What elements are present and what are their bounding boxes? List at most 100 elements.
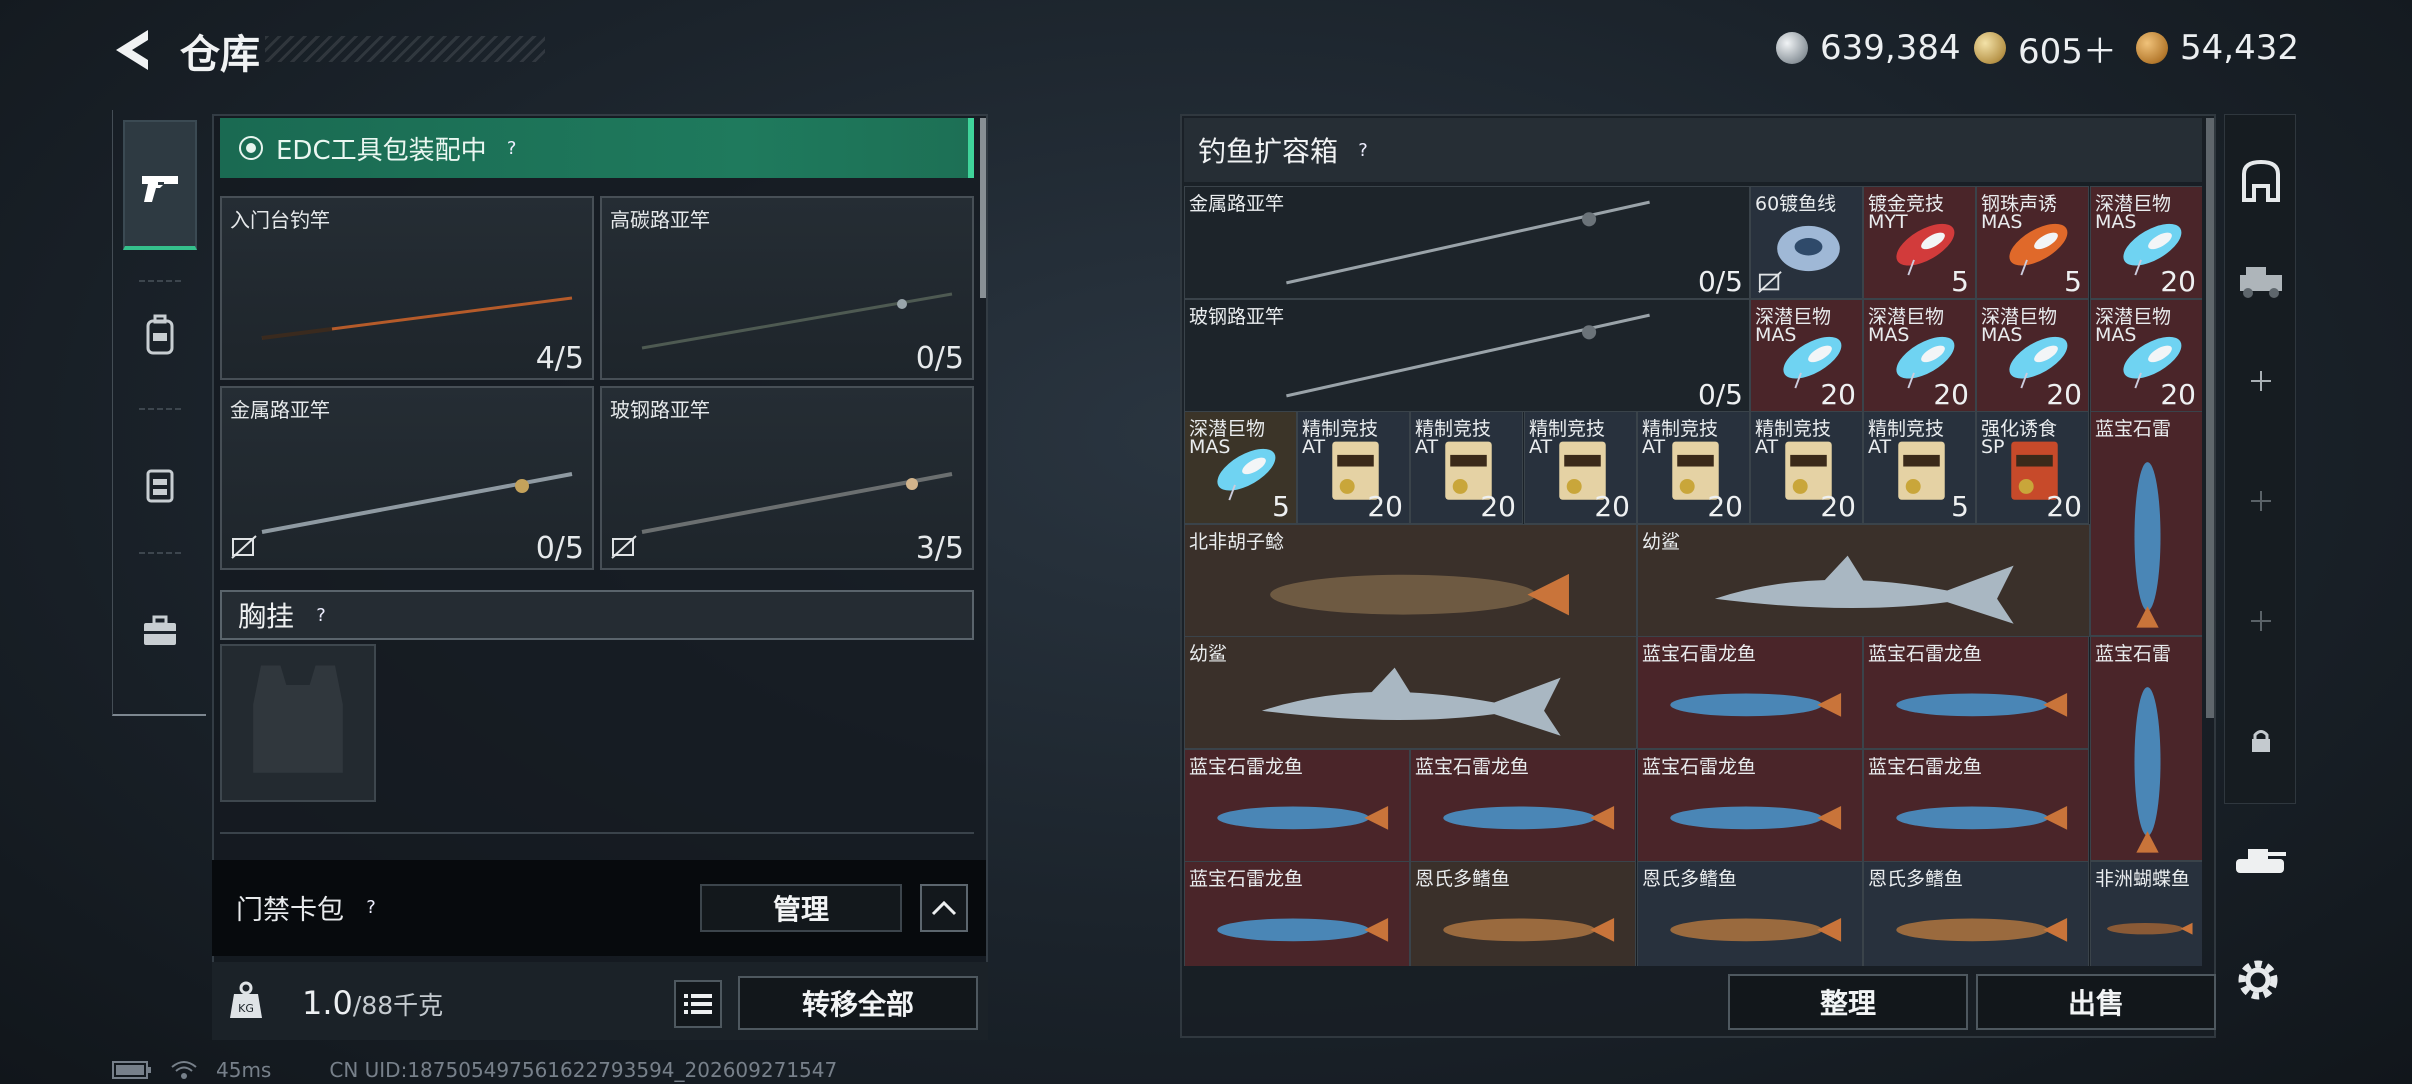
- tab-backpack[interactable]: [123, 270, 197, 400]
- shark-fish-icon: [1714, 555, 2014, 624]
- storage-item[interactable]: 精制竞技 AT 20: [1750, 411, 1863, 524]
- storage-item[interactable]: 深潜巨物 MAS 20: [1750, 299, 1863, 412]
- help-icon[interactable]: ?: [308, 602, 334, 628]
- storage-item[interactable]: 幼鲨: [1637, 524, 2090, 637]
- wifi-icon: [171, 1061, 197, 1079]
- rod-label: 入门台钓竿: [230, 208, 330, 232]
- help-icon[interactable]: ?: [358, 895, 384, 921]
- rod-slot-2[interactable]: 高碳路亚竿 0/5: [600, 196, 974, 380]
- storage-item[interactable]: 深潜巨物 MAS 20: [1976, 299, 2089, 412]
- nav-slot-add-2[interactable]: [2231, 471, 2291, 531]
- item-name: 恩氏多鳍鱼: [1642, 868, 1738, 890]
- storage-item[interactable]: 精制竞技 AT 20: [1297, 411, 1410, 524]
- storage-item[interactable]: 蓝宝石雷龙鱼: [1637, 636, 1863, 749]
- manage-button[interactable]: 管理: [700, 884, 902, 932]
- storage-item[interactable]: 钢珠声诱 MAS 5: [1976, 186, 2089, 299]
- storage-item[interactable]: 恩氏多鳍鱼: [1410, 861, 1636, 966]
- snakehead-fish-icon: [2134, 462, 2161, 628]
- settings-gear-icon[interactable]: [2232, 954, 2284, 1006]
- back-arrow-icon: [116, 30, 148, 70]
- storage-item[interactable]: 蓝宝石雷龙鱼: [1184, 749, 1410, 862]
- item-quantity: 20: [1594, 490, 1630, 523]
- storage-item[interactable]: 幼鲨: [1184, 636, 1637, 749]
- sort-button[interactable]: 整理: [1728, 974, 1968, 1030]
- storage-item[interactable]: 强化诱食 SP 20: [1976, 411, 2089, 524]
- item-quantity: 5: [1951, 490, 1969, 523]
- help-icon[interactable]: ?: [499, 135, 525, 161]
- divider: [220, 832, 974, 834]
- nav-slot-add-3[interactable]: [2231, 591, 2291, 651]
- storage-item[interactable]: 恩氏多鳍鱼: [1637, 861, 1863, 966]
- snakehead-fish-icon: [1896, 806, 2067, 830]
- tab-case[interactable]: [123, 566, 197, 696]
- storage-item[interactable]: 蓝宝石雷龙鱼: [1863, 749, 2089, 862]
- nav-tank[interactable]: [2224, 828, 2296, 898]
- nav-slot-add-1[interactable]: [2231, 351, 2291, 411]
- tab-weapons[interactable]: [123, 120, 197, 250]
- rod-label: 高碳路亚竿: [610, 208, 710, 232]
- storage-item[interactable]: 恩氏多鳍鱼: [1863, 861, 2089, 966]
- vest-icon: [146, 469, 174, 503]
- back-button[interactable]: [112, 26, 160, 74]
- storage-item[interactable]: 精制竞技 AT 5: [1863, 411, 1976, 524]
- storage-item[interactable]: 镀金竞技 MYT 5: [1863, 186, 1976, 299]
- nav-locked-slot[interactable]: [2231, 711, 2291, 771]
- fishing-rod-icon: [261, 472, 573, 534]
- nav-vehicle[interactable]: [2231, 251, 2291, 311]
- weight-current: 1.0: [302, 984, 353, 1022]
- plus-icon: [2251, 611, 2271, 631]
- keycard-label: 门禁卡包: [236, 895, 344, 926]
- vehicle-icon: [2240, 267, 2282, 298]
- storage-item[interactable]: 蓝宝石雷龙鱼: [1410, 749, 1636, 862]
- storage-item[interactable]: 深潜巨物 MAS 20: [2090, 299, 2202, 412]
- rod-slot-4[interactable]: 玻钢路亚竿 3/5: [600, 386, 974, 570]
- chest-rig-slot[interactable]: [220, 644, 376, 802]
- item-name: 玻钢路亚竿: [1189, 306, 1285, 328]
- rod-count: 0/5: [535, 531, 584, 566]
- item-subtitle: MAS: [1981, 211, 2023, 233]
- list-view-button[interactable]: [674, 980, 722, 1028]
- snakehead-fish-icon: [1670, 806, 1841, 830]
- storage-item[interactable]: 非洲蝴蝶鱼: [2090, 861, 2202, 966]
- storage-item[interactable]: 蓝宝石雷: [2090, 636, 2202, 861]
- rod-slot-1[interactable]: 入门台钓竿 4/5: [220, 196, 594, 380]
- collapse-button[interactable]: [920, 884, 968, 932]
- storage-item[interactable]: 深潜巨物 MAS 5: [1184, 411, 1297, 524]
- rod-slot-3[interactable]: 金属路亚竿 0/5: [220, 386, 594, 570]
- vest-silhouette-icon: [253, 665, 343, 773]
- item-name: 蓝宝石雷龙鱼: [1642, 643, 1757, 665]
- item-quantity: 0/5: [1697, 265, 1743, 298]
- storage-item[interactable]: 金属路亚竿 0/5: [1184, 186, 1750, 299]
- storage-item[interactable]: 蓝宝石雷: [2090, 411, 2202, 636]
- storage-item[interactable]: 精制竞技 AT 20: [1410, 411, 1523, 524]
- page-title: 仓库: [180, 32, 260, 78]
- left-scrollbar[interactable]: [980, 118, 986, 298]
- help-icon[interactable]: ?: [1350, 137, 1376, 163]
- sell-button[interactable]: 出售: [1976, 974, 2216, 1030]
- right-scrollbar[interactable]: [2206, 118, 2214, 718]
- snakehead-fish-icon: [2134, 687, 2161, 853]
- storage-item[interactable]: 精制竞技 AT 20: [1524, 411, 1637, 524]
- storage-item[interactable]: 蓝宝石雷龙鱼: [1184, 861, 1410, 966]
- storage-item[interactable]: 深潜巨物 MAS 20: [1863, 299, 1976, 412]
- storage-item[interactable]: 玻钢路亚竿 0/5: [1184, 299, 1750, 412]
- storage-item[interactable]: 精制竞技 AT 20: [1637, 411, 1750, 524]
- plus-icon: [2251, 371, 2271, 391]
- item-quantity: 20: [1480, 490, 1516, 523]
- tab-vest[interactable]: [123, 420, 197, 550]
- equip-banner[interactable]: EDC工具包装配中 ?: [220, 118, 974, 178]
- item-name: 蓝宝石雷: [2095, 643, 2172, 665]
- item-quantity: 20: [2160, 265, 2196, 298]
- storage-item[interactable]: 北非胡子鲶: [1184, 524, 1637, 637]
- storage-item[interactable]: 深潜巨物 MAS 20: [2090, 186, 2202, 299]
- transfer-all-button[interactable]: 转移全部: [738, 976, 978, 1030]
- currency-bronze-value: 54,432: [2180, 28, 2299, 68]
- nav-safe[interactable]: [2231, 151, 2291, 211]
- item-name: 蓝宝石雷: [2095, 418, 2172, 440]
- storage-item[interactable]: 60镀鱼线: [1750, 186, 1863, 299]
- currency-gold: 605＋: [1974, 26, 2117, 72]
- storage-item[interactable]: 蓝宝石雷龙鱼: [1637, 749, 1863, 862]
- gold-triangle-coin-icon: [1974, 32, 2006, 64]
- storage-item[interactable]: 蓝宝石雷龙鱼: [1863, 636, 2089, 749]
- bronze-coin-icon: [2136, 32, 2168, 64]
